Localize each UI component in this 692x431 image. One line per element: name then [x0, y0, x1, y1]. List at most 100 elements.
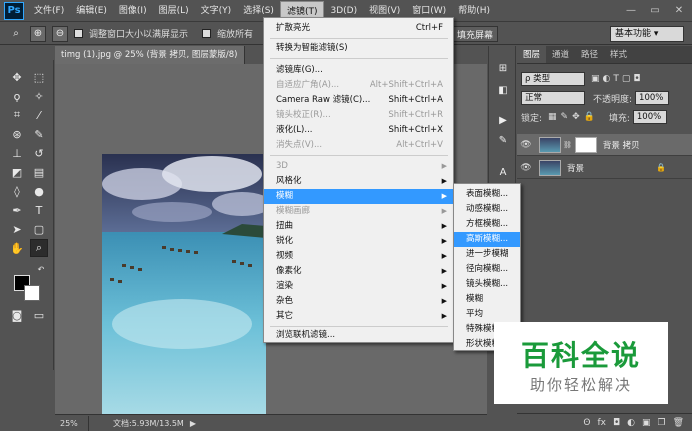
character-panel-icon[interactable]: A — [494, 164, 512, 180]
menu-item-convert-smart-filter[interactable]: 转换为智能滤镜(S) — [264, 41, 453, 56]
path-selection-tool-icon[interactable]: ➤ — [8, 220, 26, 238]
properties-panel-icon[interactable]: ◧ — [494, 82, 512, 98]
submenu-item-box-blur[interactable]: 方框模糊... — [454, 217, 520, 232]
link-layers-icon[interactable]: ʘ — [583, 418, 590, 428]
tab-styles[interactable]: 样式 — [604, 46, 633, 63]
trash-icon[interactable]: 🗑 — [673, 418, 684, 428]
menu-type[interactable]: 文字(Y) — [195, 1, 238, 21]
actions-panel-icon[interactable]: ▶ — [494, 112, 512, 128]
marquee-tool-icon[interactable]: ⬚ — [30, 68, 48, 86]
zoom-level-field[interactable]: 25% — [55, 415, 89, 431]
lock-label: 锁定: — [521, 113, 543, 124]
eyedropper-tool-icon[interactable]: ⁄ — [30, 106, 48, 124]
zoom-all-checkbox[interactable] — [202, 29, 212, 38]
menu-item-other[interactable]: 其它 ▶ — [264, 309, 453, 324]
status-menu-arrow-icon[interactable]: ▶ — [190, 419, 196, 428]
type-tool-icon[interactable]: T — [30, 201, 48, 219]
lock-icons[interactable]: ▦✎✥🔒 — [548, 112, 599, 122]
blur-tool-icon[interactable]: ◊ — [8, 182, 26, 200]
add-layer-style-icon[interactable]: fx — [597, 418, 606, 428]
fill-input[interactable]: 100% — [632, 110, 667, 124]
filter-icons[interactable]: ▣◐T▢◘ — [591, 74, 643, 84]
menu-help[interactable]: 帮助(H) — [452, 1, 496, 21]
blend-mode-select[interactable]: 正常 — [521, 91, 585, 105]
screen-mode-icon[interactable]: ▭ — [30, 306, 48, 324]
menu-item-blur-gallery: 模糊画廊 ▶ — [264, 204, 453, 219]
zoom-tool-icon[interactable]: ⌕ — [30, 239, 48, 257]
workspace-select[interactable]: 基本功能 ▾ — [610, 26, 684, 42]
document-tab[interactable]: timg (1).jpg @ 25% (背景 拷贝, 图层蒙版/8) * × — [55, 46, 245, 78]
new-layer-icon[interactable]: ❐ — [657, 418, 665, 428]
swap-colors-icon[interactable]: ↶ — [36, 264, 46, 274]
eye-icon[interactable]: 👁 — [517, 163, 535, 173]
zoom-tool-icon[interactable]: ⌕ — [8, 26, 24, 42]
menu-file[interactable]: 文件(F) — [28, 1, 70, 21]
menu-item-pixelate[interactable]: 像素化 ▶ — [264, 264, 453, 279]
menu-item-browse-filters-online[interactable]: 浏览联机滤镜... — [264, 328, 453, 343]
submenu-item-surface-blur[interactable]: 表面模糊... — [454, 187, 520, 202]
minimize-icon[interactable]: — — [620, 2, 642, 18]
add-mask-icon[interactable]: ◘ — [613, 418, 620, 428]
magic-wand-tool-icon[interactable]: ✧ — [30, 87, 48, 105]
menu-item-sharpen[interactable]: 锐化 ▶ — [264, 234, 453, 249]
maximize-icon[interactable]: ▭ — [644, 2, 666, 18]
menu-item-render[interactable]: 渲染 ▶ — [264, 279, 453, 294]
menu-separator — [270, 326, 448, 327]
resize-window-checkbox[interactable] — [74, 29, 83, 38]
menu-item-diffuse-glow[interactable]: 扩散亮光 Ctrl+F — [264, 21, 453, 36]
submenu-item-radial-blur[interactable]: 径向模糊... — [454, 262, 520, 277]
brush-panel-icon[interactable]: ✎ — [494, 132, 512, 148]
dodge-tool-icon[interactable]: ● — [30, 182, 48, 200]
opacity-input[interactable]: 100% — [635, 91, 670, 105]
layer-mask-thumbnail[interactable] — [574, 136, 597, 153]
layer-kind-filter[interactable]: ρ 类型 — [521, 72, 585, 86]
menu-image[interactable]: 图像(I) — [113, 1, 153, 21]
crop-tool-icon[interactable]: ⌗ — [8, 106, 26, 124]
menu-item-filter-gallery[interactable]: 滤镜库(G)... — [264, 63, 453, 78]
close-icon[interactable]: ✕ — [668, 2, 690, 18]
background-color-swatch[interactable] — [24, 285, 40, 301]
submenu-item-motion-blur[interactable]: 动感模糊... — [454, 202, 520, 217]
clone-stamp-tool-icon[interactable]: ⊥ — [8, 144, 26, 162]
zoom-out-icon[interactable]: ⊖ — [52, 25, 68, 42]
layer-row-background[interactable]: 👁 背景 🔒 — [517, 157, 692, 179]
layer-thumbnail — [539, 136, 561, 153]
eraser-tool-icon[interactable]: ◩ — [8, 163, 26, 181]
gradient-tool-icon[interactable]: ▤ — [30, 163, 48, 181]
hand-tool-icon[interactable]: ✋ — [8, 239, 26, 257]
move-tool-icon[interactable]: ✥ — [8, 68, 26, 86]
submenu-arrow-icon: ▶ — [441, 192, 447, 200]
pen-tool-icon[interactable]: ✒ — [8, 201, 26, 219]
submenu-item-gaussian-blur[interactable]: 高斯模糊... — [454, 232, 520, 247]
shape-tool-icon[interactable]: ▢ — [30, 220, 48, 238]
history-brush-tool-icon[interactable]: ↺ — [30, 144, 48, 162]
menu-item-blur[interactable]: 模糊 ▶ — [264, 189, 453, 204]
fill-screen-button[interactable]: 填充屏幕 — [452, 26, 498, 42]
brush-tool-icon[interactable]: ✎ — [30, 125, 48, 143]
menu-item-distort[interactable]: 扭曲 ▶ — [264, 219, 453, 234]
link-icon[interactable]: ⛓ — [563, 141, 572, 149]
submenu-item-blur-more[interactable]: 进一步模糊 — [454, 247, 520, 262]
lasso-tool-icon[interactable]: ϙ — [8, 87, 26, 105]
tab-paths[interactable]: 路径 — [575, 46, 604, 63]
layer-row-background-copy[interactable]: 👁 ⛓ 背景 拷贝 — [517, 134, 692, 156]
menu-item-camera-raw[interactable]: Camera Raw 滤镜(C)... Shift+Ctrl+A — [264, 93, 453, 108]
menu-edit[interactable]: 编辑(E) — [70, 1, 113, 21]
healing-brush-tool-icon[interactable]: ⊛ — [8, 125, 26, 143]
quick-mask-icon[interactable]: ◙ — [8, 306, 26, 324]
eye-icon[interactable]: 👁 — [517, 140, 535, 150]
submenu-item-average[interactable]: 平均 — [454, 307, 520, 322]
menu-item-video[interactable]: 视频 ▶ — [264, 249, 453, 264]
menu-item-stylize[interactable]: 风格化 ▶ — [264, 174, 453, 189]
menu-layer[interactable]: 图层(L) — [153, 1, 195, 21]
adjustment-layer-icon[interactable]: ◐ — [627, 418, 635, 428]
tab-layers[interactable]: 图层 — [517, 46, 547, 63]
submenu-item-blur[interactable]: 模糊 — [454, 292, 520, 307]
menu-item-liquify[interactable]: 液化(L)... Shift+Ctrl+X — [264, 123, 453, 138]
history-panel-icon[interactable]: ⊞ — [494, 60, 512, 76]
new-group-icon[interactable]: ▣ — [642, 418, 651, 428]
menu-item-noise[interactable]: 杂色 ▶ — [264, 294, 453, 309]
submenu-item-lens-blur[interactable]: 镜头模糊... — [454, 277, 520, 292]
zoom-in-icon[interactable]: ⊕ — [30, 25, 46, 42]
tab-channels[interactable]: 通道 — [546, 46, 575, 63]
